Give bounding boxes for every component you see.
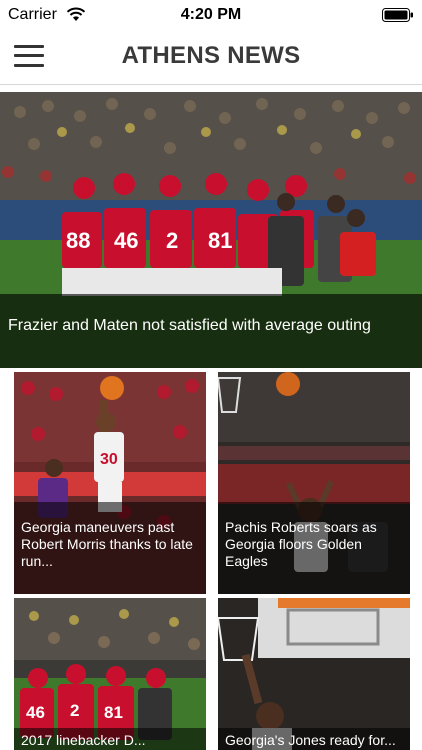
card-headline: Georgia's Jones ready for... <box>225 732 396 748</box>
svg-text:2: 2 <box>166 228 178 253</box>
svg-text:81: 81 <box>208 228 232 253</box>
battery-icon <box>382 8 413 22</box>
status-time: 4:20 PM <box>180 6 242 23</box>
svg-text:30: 30 <box>100 451 118 468</box>
card-headline: Pachis Roberts soars as Georgia floors G… <box>225 519 377 569</box>
svg-text:46: 46 <box>26 703 45 722</box>
article-card[interactable]: Pachis Roberts soars as Georgia floors G… <box>218 372 410 594</box>
card-headline: Georgia maneuvers past Robert Morris tha… <box>21 519 193 569</box>
article-card[interactable]: 30 Georgia maneuvers past Robert Morris … <box>14 372 206 594</box>
article-card[interactable]: 46 2 81 2017 linebacker D... <box>14 598 206 750</box>
svg-text:81: 81 <box>104 703 123 722</box>
status-bar: Carrier 4:20 PM <box>0 0 422 30</box>
app-header: ATHENS NEWS <box>0 30 422 85</box>
app-title: ATHENS NEWS <box>121 42 301 69</box>
svg-text:88: 88 <box>66 228 90 253</box>
article-card[interactable]: Georgia's Jones ready for... <box>218 598 410 750</box>
svg-text:2: 2 <box>70 701 79 720</box>
svg-text:46: 46 <box>114 228 138 253</box>
hero-article[interactable]: 88 46 2 81 Frazier and Maten not satisfi… <box>0 92 422 368</box>
hero-headline: Frazier and Maten not satisfied with ave… <box>8 317 371 334</box>
card-headline: 2017 linebacker D... <box>21 732 146 748</box>
